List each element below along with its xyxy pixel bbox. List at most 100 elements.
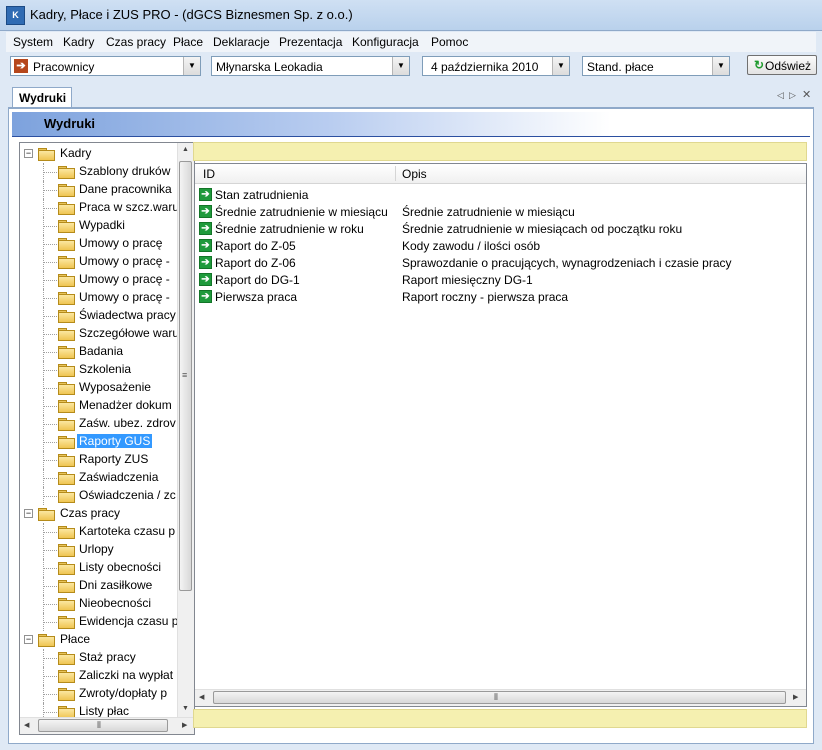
scroll-right-icon[interactable]: ▶ — [182, 721, 187, 729]
tree-item[interactable]: Staż pracy — [20, 649, 178, 667]
chevron-down-icon[interactable]: ▼ — [552, 57, 569, 75]
menu-czas-pracy[interactable]: Czas pracy — [106, 35, 166, 49]
menu-prezentacja[interactable]: Prezentacja — [279, 35, 342, 49]
folder-icon — [38, 148, 55, 161]
tree-item[interactable]: Zaliczki na wypłat — [20, 667, 178, 685]
tree-item-label: Zaśw. ubez. zdrov — [79, 416, 176, 430]
tree-item-label: Świadectwa pracy — [79, 308, 176, 322]
tree-item[interactable]: Dni zasiłkowe — [20, 577, 178, 595]
collapse-icon[interactable]: − — [24, 509, 33, 518]
tree-item[interactable]: Szczegółowe waru — [20, 325, 179, 343]
grid-horizontal-scrollbar[interactable]: ◀ ⦀ ▶ — [195, 689, 806, 706]
tree-connector — [43, 541, 45, 559]
grid-header: ID Opis — [195, 164, 806, 184]
tree-connector — [43, 190, 57, 192]
scroll-right-icon[interactable]: ▶ — [793, 693, 798, 701]
tree-item[interactable]: Raporty ZUS — [20, 451, 178, 469]
menu-kadry[interactable]: Kadry — [63, 35, 94, 49]
tree-item[interactable]: Praca w szcz.waru — [20, 199, 179, 217]
scroll-down-icon[interactable]: ▼ — [182, 705, 189, 712]
tree-horizontal-scrollbar[interactable]: ◀ ⦀ ▶ — [20, 717, 194, 734]
tree-item-label: Dni zasiłkowe — [79, 578, 153, 592]
tree-item[interactable]: Umowy o pracę — [20, 235, 178, 253]
tree-item[interactable]: Zwroty/dopłaty p — [20, 685, 178, 703]
collapse-icon[interactable]: − — [24, 635, 33, 644]
menu-konfiguracja[interactable]: Konfiguracja — [352, 35, 419, 49]
scroll-left-icon[interactable]: ◀ — [199, 693, 204, 701]
mode-select[interactable]: Stand. płace ▼ — [582, 56, 730, 76]
scroll-up-icon[interactable]: ▲ — [182, 146, 189, 153]
tree-item[interactable]: Ewidencja czasu p — [20, 613, 178, 631]
column-header-id[interactable]: ID — [203, 167, 215, 181]
tree-item[interactable]: Umowy o pracę - — [20, 253, 178, 271]
tree-vertical-scrollbar[interactable]: ▲ ≡ ▼ — [177, 143, 194, 718]
tree-item[interactable]: Kartoteka czasu p — [20, 523, 178, 541]
tree-item[interactable]: Zaświadczenia — [20, 469, 178, 487]
tree-connector — [43, 280, 57, 282]
tree-item-label: Szablony druków — [79, 164, 171, 178]
tree-item[interactable]: Raporty GUS — [20, 433, 178, 451]
menu-deklaracje[interactable]: Deklaracje — [213, 35, 270, 49]
tree-item[interactable]: Wypadki — [20, 217, 178, 235]
grid-row[interactable]: ➔ Stan zatrudnienia — [195, 186, 806, 203]
tree-horizontal-scroll-thumb[interactable]: ⦀ — [38, 719, 168, 732]
column-separator[interactable] — [395, 166, 396, 181]
grid-row[interactable]: ➔ Raport do Z-06 Sprawozdanie o pracującyc… — [195, 254, 806, 271]
menu-place[interactable]: Płace — [173, 35, 203, 49]
grid-row[interactable]: ➔ Średnie zatrudnienie w roku Średnie zatr… — [195, 220, 806, 237]
tree-connector — [43, 604, 57, 606]
grid-horizontal-scroll-thumb[interactable]: ⦀ — [213, 691, 786, 704]
tree-connector — [43, 253, 45, 271]
chevron-down-icon[interactable]: ▼ — [712, 57, 729, 75]
report-tree[interactable]: − Kadry Szablony druków Dane pracownika Prac… — [19, 142, 195, 735]
tree-connector — [43, 577, 45, 595]
cell-opis: Średnie zatrudnienie w miesiącach od poc… — [402, 222, 683, 236]
tab-next-icon[interactable]: ▷ — [789, 90, 796, 101]
column-header-opis[interactable]: Opis — [402, 167, 427, 181]
filter-bar-bottom — [193, 709, 807, 728]
tree-item[interactable]: Szablony druków — [20, 163, 178, 181]
grip-icon: ≡ — [182, 370, 188, 380]
tree-item[interactable]: Nieobecności — [20, 595, 178, 613]
report-grid[interactable]: ID Opis ➔ Stan zatrudnienia ➔ Średnie zatru… — [194, 163, 807, 707]
tree-vertical-scroll-thumb[interactable]: ≡ — [179, 161, 192, 591]
chevron-down-icon[interactable]: ▼ — [392, 57, 409, 75]
tree-item[interactable]: Urlopy — [20, 541, 178, 559]
tree-item[interactable]: Badania — [20, 343, 178, 361]
date-select[interactable]: 4 października 2010 ▼ — [422, 56, 570, 76]
menu-system[interactable]: System — [13, 35, 53, 49]
tree-item[interactable]: Menadżer dokum — [20, 397, 178, 415]
tree-item[interactable]: Świadectwa pracy — [20, 307, 178, 325]
grid-row[interactable]: ➔ Pierwsza praca Raport roczny - pierwsza … — [195, 288, 806, 305]
tab-wydruki[interactable]: Wydruki — [12, 87, 72, 107]
grid-row[interactable]: ➔ Raport do DG-1 Raport miesięczny DG-1 — [195, 271, 806, 288]
folder-icon — [58, 382, 75, 395]
scroll-left-icon[interactable]: ◀ — [24, 721, 29, 729]
tree-item[interactable]: Szkolenia — [20, 361, 178, 379]
tree-group[interactable]: − Kadry — [20, 145, 178, 163]
title-bar[interactable]: K Kadry, Płace i ZUS PRO - (dGCS Biznesm… — [0, 0, 822, 31]
close-icon[interactable]: ✕ — [802, 88, 811, 101]
tree-item[interactable]: Umowy o pracę - — [20, 289, 178, 307]
grid-row[interactable]: ➔ Średnie zatrudnienie w miesiącu Średnie … — [195, 203, 806, 220]
chevron-down-icon[interactable]: ▼ — [183, 57, 200, 75]
tree-connector — [43, 676, 57, 678]
grid-row[interactable]: ➔ Raport do Z-05 Kody zawodu / ilości osób — [195, 237, 806, 254]
tree-item[interactable]: Listy obecności — [20, 559, 178, 577]
tab-prev-icon[interactable]: ◁ — [777, 90, 784, 101]
module-select[interactable]: ➔ Pracownicy ▼ — [10, 56, 201, 76]
tree-item[interactable]: Zaśw. ubez. zdrov — [20, 415, 178, 433]
refresh-button[interactable]: ↻ Odśwież — [747, 55, 817, 75]
tree-group[interactable]: − Czas pracy — [20, 505, 178, 523]
tree-item[interactable]: Dane pracownika — [20, 181, 178, 199]
tree-item[interactable]: Umowy o pracę - — [20, 271, 178, 289]
app-icon[interactable]: K — [6, 6, 25, 25]
tree-item[interactable]: Wyposażenie — [20, 379, 178, 397]
cell-opis: Sprawozdanie o pracujących, wynagrodzeni… — [402, 256, 732, 270]
collapse-icon[interactable]: − — [24, 149, 33, 158]
employee-select[interactable]: Młynarska Leokadia ▼ — [211, 56, 410, 76]
menu-pomoc[interactable]: Pomoc — [431, 35, 468, 49]
tree-group[interactable]: − Płace — [20, 631, 178, 649]
folder-icon — [58, 526, 75, 539]
tree-item[interactable]: Oświadczenia / zc — [20, 487, 178, 505]
